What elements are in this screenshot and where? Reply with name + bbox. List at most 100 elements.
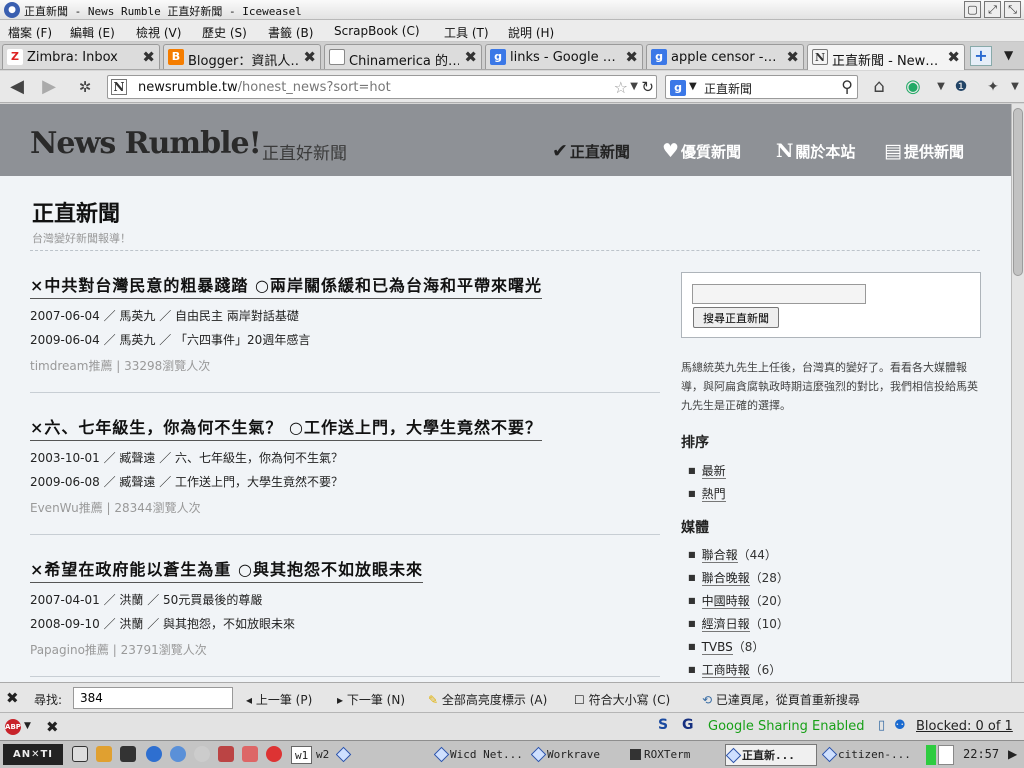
back-arrow-icon[interactable]: ◀ [6, 77, 28, 97]
tab-blogger[interactable]: B Blogger：資訊人… ✖ [163, 44, 321, 69]
menu-view[interactable]: 檢視 (V) [136, 24, 181, 41]
folder-icon[interactable] [96, 746, 112, 762]
site-logo[interactable]: News Rumble! [30, 126, 262, 161]
toolbar-overflow-icon[interactable]: ▼ [1004, 77, 1024, 97]
google-sharing-status[interactable]: Google Sharing Enabled [708, 719, 865, 734]
workspace-1[interactable]: w1 [291, 746, 313, 764]
google-sharing-icon[interactable]: G [682, 717, 694, 733]
search-magnifier-icon[interactable]: ⚲ [841, 77, 853, 96]
taskbar-task-roxterm[interactable]: ROXTerm [628, 744, 722, 766]
nav-submit-news[interactable]: ▤ 提供新聞 [884, 140, 964, 162]
menu-help[interactable]: 說明 (H) [508, 24, 554, 41]
window-restore-icon[interactable]: ▢ [964, 1, 981, 18]
story-submitter[interactable]: EvenWu推薦 [30, 501, 103, 515]
desktop-icon[interactable] [72, 746, 88, 762]
page-info-icon[interactable]: ▯ [878, 718, 885, 733]
find-next-button[interactable]: ▸ 下一筆 (N) [337, 691, 405, 708]
story-headline[interactable]: ×六、七年級生，你為何不生氣？ ○工作送上門，大學生竟然不要？ [30, 414, 542, 441]
taskbar-task-citizen[interactable]: citizen-... [822, 744, 918, 766]
site-search-input[interactable] [692, 284, 866, 304]
workspace-2[interactable]: w2 [313, 746, 332, 764]
story-source-row[interactable]: 2009-06-04 ／ 馬英九 ／ 「六四事件」20週年感言 [30, 331, 660, 348]
power-icon[interactable] [266, 746, 282, 762]
addon-dropdown-icon[interactable]: ▼ [930, 77, 952, 97]
tab-apple-censor[interactable]: g apple censor -… ✖ [646, 44, 804, 69]
taskbar-task-workrave[interactable]: Workrave [531, 744, 625, 766]
web-browser-icon[interactable] [146, 746, 162, 762]
story-source-row[interactable]: 2007-04-01 ／ 洪蘭 ／ 50元買最後的尊嚴 [30, 591, 660, 608]
story-source-row[interactable]: 2003-10-01 ／ 臧聲遠 ／ 六、七年級生，你為何不生氣？ [30, 449, 660, 466]
story-source-row[interactable]: 2009-06-08 ／ 臧聲遠 ／ 工作送上門，大學生竟然不要？ [30, 473, 660, 490]
tools-icon[interactable] [218, 746, 234, 762]
search-engine-box[interactable]: g ▼ 正直新聞 ⚲ [665, 75, 858, 99]
menu-bookmarks[interactable]: 書籤 (B) [268, 24, 313, 41]
bookmark-star-icon[interactable]: ☆ [614, 78, 628, 97]
notification-badge-icon[interactable]: ❶ [950, 77, 972, 97]
nav-quality-news[interactable]: ♥ 優質新聞 [662, 140, 741, 162]
story-submitter[interactable]: Papagino推薦 [30, 643, 109, 657]
menu-edit[interactable]: 編輯 (E) [70, 24, 115, 41]
scrollbar-thumb[interactable] [1013, 108, 1023, 276]
story-source-row[interactable]: 2007-06-04 ／ 馬英九 ／ 自由民主 兩岸對話基礎 [30, 307, 660, 324]
close-tab-icon[interactable]: ✖ [786, 48, 799, 66]
adblock-plus-icon[interactable]: ABP [5, 719, 21, 735]
highlight-all-button[interactable]: ✎ 全部高亮度標示 (A) [428, 691, 547, 708]
close-tab-icon[interactable]: ✖ [625, 48, 638, 66]
forward-arrow-icon[interactable]: ▶ [38, 77, 60, 97]
url-text[interactable]: newsrumble.tw/honest_news?sort=hot [138, 80, 391, 95]
adblock-dropdown-icon[interactable]: ▼ [24, 721, 31, 731]
media-link[interactable]: 中國時報 [701, 594, 750, 609]
reload-icon[interactable]: ↻ [641, 78, 654, 96]
find-input[interactable] [73, 687, 233, 709]
addon-globe-icon[interactable]: ◉ [902, 77, 924, 97]
story-source-row[interactable]: 2008-09-10 ／ 洪蘭 ／ 與其抱怨，不如放眼未來 [30, 615, 660, 632]
url-history-dropdown-icon[interactable]: ▼ [630, 81, 638, 92]
media-link[interactable]: 聯合報 [701, 548, 738, 563]
story-headline[interactable]: ×中共對台灣民意的粗暴踐踏 ○兩岸關係緩和已為台海和平帶來曙光 [30, 272, 542, 299]
tab-list-dropdown-icon[interactable]: ▼ [1004, 48, 1013, 62]
taskbar-task-wicd[interactable]: Wicd Net... [434, 744, 528, 766]
close-tab-icon[interactable]: ✖ [142, 48, 155, 66]
extension-icon[interactable]: ✦ [982, 77, 1004, 97]
media-link[interactable]: 經濟日報 [701, 617, 750, 632]
clock[interactable]: 22:57 [963, 747, 999, 761]
blocked-count[interactable]: Blocked: 0 of 1 [916, 719, 1013, 734]
taskbar-task[interactable] [336, 744, 356, 766]
url-bar[interactable]: N newsrumble.tw/honest_news?sort=hot ☆ ▼… [107, 75, 657, 99]
menu-scrapbook[interactable]: ScrapBook (C) [334, 24, 420, 38]
network-icon[interactable] [170, 746, 186, 762]
tab-google-links[interactable]: g links - Google … ✖ [485, 44, 643, 69]
noscript-icon[interactable]: ⚉ [894, 718, 906, 733]
site-search-button[interactable]: 搜尋正直新聞 [693, 307, 779, 328]
home-icon[interactable]: ⌂ [868, 77, 890, 97]
s-addon-icon[interactable]: S [658, 717, 668, 733]
menu-file[interactable]: 檔案 (F) [8, 24, 52, 41]
scrapbook-tool-icon[interactable]: ✲ [74, 77, 96, 97]
story-headline[interactable]: ×希望在政府能以蒼生為重 ○與其抱怨不如放眼未來 [30, 556, 423, 583]
sort-hot-link[interactable]: 熱門 [701, 487, 726, 502]
close-findbar-icon[interactable]: ✖ [6, 689, 19, 707]
nav-about[interactable]: N 關於本站 [776, 140, 855, 162]
close-tab-icon[interactable]: ✖ [947, 48, 960, 66]
search-input[interactable]: 正直新聞 [704, 80, 752, 97]
media-link[interactable]: 工商時報 [701, 663, 750, 678]
nav-honest-news[interactable]: ✔ 正直新聞 [552, 140, 630, 162]
search-icon[interactable] [194, 746, 210, 762]
page-scrollbar[interactable] [1011, 104, 1024, 682]
taskbar-task-browser[interactable]: 正直新... [725, 744, 817, 766]
window-close-icon[interactable]: ⤡ [1004, 1, 1021, 18]
sort-latest-link[interactable]: 最新 [701, 464, 726, 479]
google-icon[interactable]: g [670, 80, 686, 96]
match-case-checkbox[interactable]: ☐ 符合大小寫 (C) [574, 691, 670, 708]
tab-chinamerica[interactable]: Chinamerica 的… ✖ [324, 44, 482, 69]
new-tab-button[interactable]: + [970, 46, 992, 66]
story-submitter[interactable]: timdream推薦 [30, 359, 112, 373]
tab-newsrumble[interactable]: N 正直新聞 - New… ✖ [807, 44, 965, 70]
search-engine-dropdown-icon[interactable]: ▼ [689, 81, 697, 92]
close-icon[interactable]: ✖ [46, 718, 59, 736]
tab-zimbra[interactable]: Z Zimbra: Inbox ✖ [2, 44, 160, 69]
window-maximize-icon[interactable]: ⤢ [984, 1, 1001, 18]
close-tab-icon[interactable]: ✖ [464, 48, 477, 66]
taskbar-arrow-icon[interactable]: ▶ [1008, 747, 1017, 761]
start-menu-button[interactable]: AN✕TI [3, 744, 63, 765]
